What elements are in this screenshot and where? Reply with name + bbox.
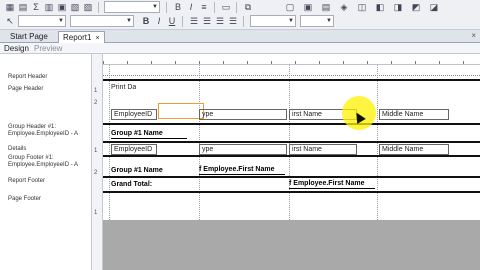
toolbar: ▦ ▤ Σ ▥ ▣ ▧ ▨ ▼ B I ≡ ▭ ⧉ ▢ ▣ ▤ ◈ ◫ ◧ ◨ …	[0, 0, 480, 30]
color-dropdown[interactable]: ▼	[250, 15, 296, 27]
toolbar-separator	[166, 2, 167, 13]
ruler-mark: 1	[94, 210, 98, 216]
tab-start-page[interactable]: Start Page	[6, 31, 52, 43]
field-detail-employee-id[interactable]: EmployeeID	[111, 144, 157, 155]
sigma-icon[interactable]: Σ	[30, 1, 42, 14]
section-report-header[interactable]: Report Header	[8, 74, 47, 81]
chevron-down-icon: ▼	[152, 4, 158, 10]
field-group-name[interactable]: Group #1 Name	[111, 129, 187, 139]
style-dropdown[interactable]: ▼	[18, 15, 66, 27]
field-detail-middle-name[interactable]: Middle Name	[379, 144, 449, 155]
field-grand-total[interactable]: Grand Total:	[111, 180, 152, 189]
spacing-icon[interactable]: ◧	[374, 1, 386, 14]
field-detail-type[interactable]: ype	[199, 144, 287, 155]
toolbar-separator	[236, 2, 237, 13]
snap-icon[interactable]: ◪	[428, 1, 440, 14]
layout-icon[interactable]: ▢	[284, 1, 296, 14]
field-detail-first-name[interactable]: irst Name	[289, 144, 357, 155]
copy-icon[interactable]: ▣	[302, 1, 314, 14]
chevron-down-icon: ▼	[126, 18, 132, 24]
ruler-mark: 2	[94, 170, 98, 176]
align-center-icon[interactable]: ☰	[201, 15, 213, 28]
grid-icon[interactable]: ▥	[43, 1, 55, 14]
open-icon[interactable]: ▤	[17, 1, 29, 14]
chevron-down-icon: ▼	[326, 18, 332, 24]
toolbar-separator	[214, 2, 215, 13]
section-page-header[interactable]: Page Header	[8, 86, 43, 93]
section-report-footer[interactable]: Report Footer	[8, 178, 45, 185]
section-band[interactable]	[103, 191, 480, 193]
image-icon[interactable]: ▣	[56, 1, 68, 14]
field-middle-name[interactable]: Middle Name	[379, 109, 449, 120]
ruler-mark: 1	[94, 148, 98, 154]
field-report-footer-first-name[interactable]: f Employee.First Name	[289, 179, 375, 189]
section-details[interactable]: Details	[8, 146, 26, 153]
tab-design[interactable]: Design	[4, 43, 29, 54]
view-tabs: Design Preview	[0, 43, 480, 54]
font-size-dropdown[interactable]: ▼	[70, 15, 134, 27]
pages-icon[interactable]: ⧉	[242, 1, 254, 14]
align-objects-icon[interactable]: ◈	[338, 1, 350, 14]
section-group-header[interactable]: Group Header #1: Employee.EmployeeID - A	[8, 124, 90, 138]
section-group-footer[interactable]: Group Footer #1: Employee.EmployeeID - A	[8, 155, 90, 169]
align-left-icon[interactable]: ☰	[188, 15, 200, 28]
chevron-down-icon: ▼	[58, 18, 64, 24]
sections-panel: Report Header Page Header Group Header #…	[0, 54, 92, 270]
section-band[interactable]	[103, 79, 480, 81]
italic-icon[interactable]: I	[185, 1, 197, 14]
close-icon[interactable]: ×	[95, 35, 99, 42]
border-dropdown[interactable]: ▼	[300, 15, 334, 27]
section-band[interactable]	[103, 176, 480, 178]
vertical-ruler: 1 2 1 2 1	[92, 54, 103, 270]
field-type[interactable]: ype	[199, 109, 287, 120]
font-dropdown[interactable]: ▼	[104, 1, 160, 13]
section-page-footer[interactable]: Page Footer	[8, 196, 41, 203]
ruler-mark: 1	[94, 88, 98, 94]
toolbar-row-1: ▦ ▤ Σ ▥ ▣ ▧ ▨ ▼ B I ≡ ▭ ⧉ ▢ ▣ ▤ ◈ ◫ ◧ ◨ …	[0, 1, 480, 14]
new-report-icon[interactable]: ▦	[4, 1, 16, 14]
chart-icon[interactable]: ▧	[69, 1, 81, 14]
section-divider	[103, 75, 480, 76]
selected-field-frame[interactable]	[158, 103, 204, 119]
field-employee-id[interactable]: EmployeeID	[111, 109, 157, 120]
horizontal-ruler	[103, 58, 480, 65]
tab-report1[interactable]: Report1 ×	[58, 31, 105, 43]
field-footer-group-name[interactable]: Group #1 Name	[111, 166, 163, 175]
canvas-background	[103, 220, 480, 270]
format-icon[interactable]: ▭	[220, 1, 232, 14]
underline-icon[interactable]: U	[166, 15, 178, 28]
document-tabs: Start Page Report1 × ×	[0, 30, 480, 43]
bold-icon[interactable]: B	[172, 1, 184, 14]
align-icon[interactable]: ≡	[198, 1, 210, 14]
distribute-icon[interactable]: ◨	[392, 1, 404, 14]
section-band[interactable]	[103, 123, 480, 125]
ruler-mark: 2	[94, 100, 98, 106]
field-footer-first-name[interactable]: f Employee.First Name	[199, 165, 285, 175]
size-icon[interactable]: ◫	[356, 1, 368, 14]
toolbar-row-2: ↖ ▼ ▼ B I U ☰ ☰ ☰ ☰ ▼ ▼	[0, 15, 480, 28]
tab-label: Report1	[63, 33, 92, 42]
align-justify-icon[interactable]: ☰	[227, 15, 239, 28]
calendar-icon[interactable]: ▨	[82, 1, 94, 14]
tab-preview[interactable]: Preview	[34, 43, 62, 54]
toolbar-separator	[182, 16, 183, 27]
section-band[interactable]	[103, 141, 480, 143]
bold-icon[interactable]: B	[140, 15, 152, 28]
toolbar-separator	[243, 16, 244, 27]
toolbar-separator	[98, 2, 99, 13]
italic-icon[interactable]: I	[153, 15, 165, 28]
pointer-icon[interactable]: ↖	[4, 15, 16, 28]
align-right-icon[interactable]: ☰	[214, 15, 226, 28]
paste-icon[interactable]: ▤	[320, 1, 332, 14]
tab-label: Start Page	[10, 32, 48, 41]
order-icon[interactable]: ◩	[410, 1, 422, 14]
section-band[interactable]	[103, 155, 480, 157]
field-print-date[interactable]: Print Da	[111, 83, 136, 92]
chevron-down-icon: ▼	[288, 18, 294, 24]
close-all-tabs-icon[interactable]: ×	[471, 31, 476, 40]
